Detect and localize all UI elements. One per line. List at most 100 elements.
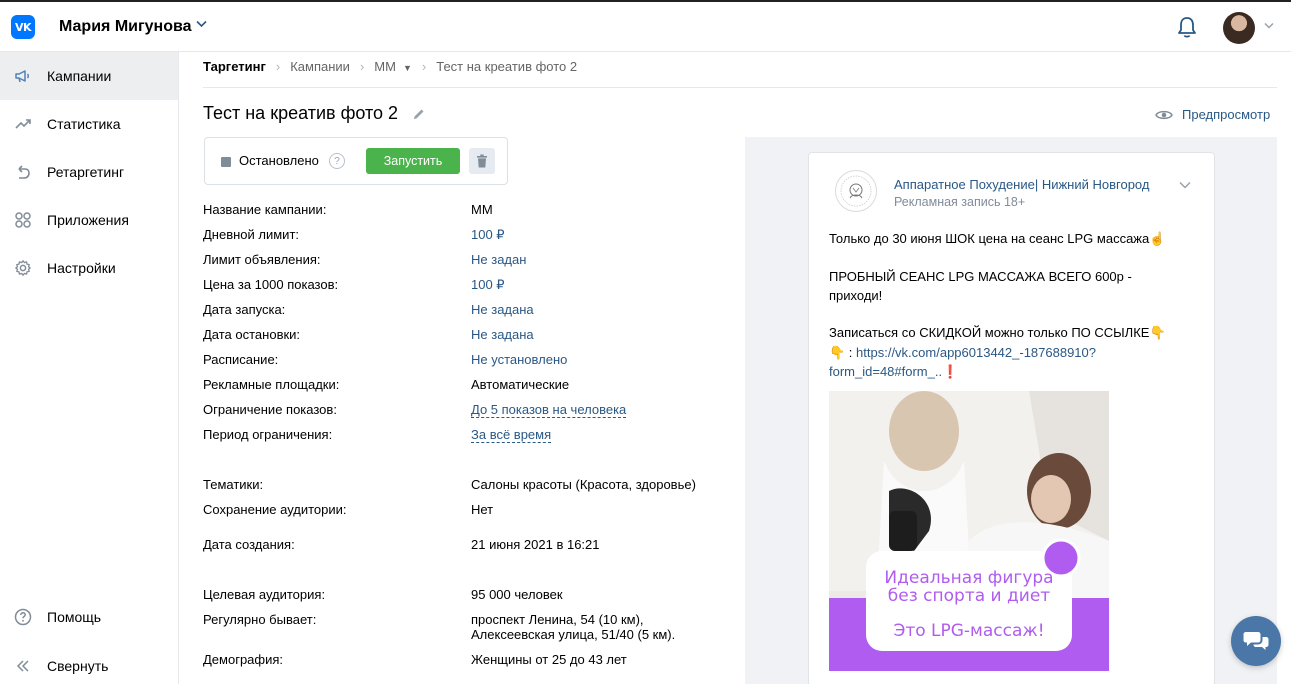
info-label: Рекламные площадки: bbox=[203, 377, 340, 392]
top-header: VK Мария Мигунова bbox=[0, 4, 1291, 52]
info-label: Демография: bbox=[203, 652, 284, 667]
breadcrumb-targeting[interactable]: Таргетинг bbox=[203, 59, 266, 74]
info-label: Дата остановки: bbox=[203, 327, 301, 342]
divider bbox=[203, 87, 1277, 88]
info-value: 21 июня 2021 в 16:21 bbox=[471, 537, 600, 552]
info-value: 95 000 человек bbox=[471, 587, 563, 602]
info-value-link[interactable]: Не задана bbox=[471, 327, 534, 342]
retarget-icon bbox=[14, 163, 32, 181]
info-value: Алексеевская улица, 51/40 (5 км). bbox=[471, 627, 676, 642]
sidebar-item-label: Ретаргетинг bbox=[47, 164, 125, 180]
image-headline: Идеальная фигура без спорта и диет bbox=[829, 569, 1109, 605]
breadcrumb-current: Тест на креатив фото 2 bbox=[436, 59, 578, 74]
info-value: Салоны красоты (Красота, здоровье) bbox=[471, 477, 696, 492]
chevron-down-icon[interactable] bbox=[1178, 178, 1192, 192]
question-icon[interactable]: ? bbox=[329, 153, 345, 169]
sidebar-item-label: Статистика bbox=[47, 116, 121, 132]
sidebar-item-collapse[interactable]: Свернуть bbox=[0, 642, 178, 684]
image-text-line: Это LPG-массаж! bbox=[893, 621, 1045, 641]
sidebar-item-label: Свернуть bbox=[47, 658, 109, 674]
info-value-link[interactable]: Не задан bbox=[471, 252, 526, 267]
info-label: Цена за 1000 показов: bbox=[203, 277, 339, 292]
info-label: Период ограничения: bbox=[203, 427, 333, 442]
image-text-line: без спорта и диет bbox=[887, 586, 1051, 606]
post-text-prefix: 👇 : bbox=[829, 345, 857, 360]
group-logo[interactable] bbox=[835, 170, 877, 212]
trash-icon bbox=[477, 154, 487, 168]
preview-label: Предпросмотр bbox=[1182, 107, 1271, 122]
post-text-line: приходи! bbox=[829, 288, 883, 303]
breadcrumb-separator: › bbox=[275, 59, 281, 74]
megaphone-icon bbox=[14, 67, 32, 85]
sidebar: Кампании Статистика Ретаргетинг Приложен… bbox=[0, 52, 179, 684]
breadcrumb: Таргетинг › Кампании › ММ ▼ › Тест на кре… bbox=[203, 59, 577, 74]
info-label: Ограничение показов: bbox=[203, 402, 337, 417]
info-value-dashed-link[interactable]: За всё время bbox=[471, 427, 552, 443]
info-value: Женщины от 25 до 43 лет bbox=[471, 652, 627, 667]
post-text-line: Только до 30 июня ШОК цена на сеанс LPG … bbox=[829, 231, 1166, 246]
info-value-link[interactable]: Не установлено bbox=[471, 352, 567, 367]
info-label: Лимит объявления: bbox=[203, 252, 321, 267]
sidebar-item-retargeting[interactable]: Ретаргетинг bbox=[0, 148, 178, 196]
info-value: Нет bbox=[471, 502, 494, 517]
sidebar-item-settings[interactable]: Настройки bbox=[0, 244, 178, 292]
eye-icon bbox=[1155, 109, 1173, 121]
breadcrumb-mm[interactable]: ММ ▼ bbox=[374, 59, 412, 74]
sidebar-item-help[interactable]: Помощь bbox=[0, 593, 178, 641]
apps-icon bbox=[14, 211, 32, 229]
post-text-line: form_id=48#form_..❗ bbox=[829, 362, 958, 381]
info-label: Дата запуска: bbox=[203, 302, 286, 317]
breadcrumb-mm-label: ММ bbox=[374, 59, 396, 74]
info-label: Целевая аудитория: bbox=[203, 587, 326, 602]
sidebar-item-label: Помощь bbox=[47, 609, 102, 625]
info-value: ММ bbox=[471, 202, 493, 217]
chevron-down-icon[interactable] bbox=[1264, 21, 1274, 32]
info-value-link[interactable]: Не задана bbox=[471, 302, 534, 317]
gear-icon bbox=[14, 259, 32, 277]
post-text-line: Записаться со СКИДКОЙ можно только ПО СС… bbox=[829, 325, 1166, 340]
image-text-line: Идеальная фигура bbox=[884, 568, 1054, 588]
chart-icon bbox=[14, 115, 32, 133]
sidebar-item-statistics[interactable]: Статистика bbox=[0, 100, 178, 148]
breadcrumb-campaigns[interactable]: Кампании bbox=[290, 59, 350, 74]
stop-icon bbox=[221, 157, 231, 167]
info-label: Тематики: bbox=[203, 477, 264, 492]
chevron-down-icon[interactable] bbox=[196, 19, 207, 31]
info-label: Расписание: bbox=[203, 352, 279, 367]
post-link[interactable]: https://vk.com/app6013442_-187688910? bbox=[856, 345, 1096, 360]
post-image[interactable]: Идеальная фигура без спорта и диет Это L… bbox=[829, 391, 1109, 671]
info-label: Дневной лимит: bbox=[203, 227, 300, 242]
help-icon bbox=[14, 608, 32, 626]
sidebar-item-label: Настройки bbox=[47, 260, 116, 276]
post-text-line: ПРОБНЫЙ СЕАНС LPG МАССАЖА ВСЕГО 600р - bbox=[829, 269, 1132, 284]
info-value: Автоматические bbox=[471, 377, 570, 392]
page-title: Тест на креатив фото 2 bbox=[203, 103, 399, 123]
collapse-icon bbox=[14, 657, 32, 675]
pencil-icon[interactable] bbox=[412, 107, 426, 121]
info-value: проспект Ленина, 54 (10 км), bbox=[471, 612, 644, 627]
user-name[interactable]: Мария Мигунова bbox=[59, 18, 192, 36]
status-box: Остановлено ? Запустить bbox=[204, 137, 508, 185]
exclamation-mark: ❗ bbox=[942, 364, 959, 379]
preview-link[interactable]: Предпросмотр bbox=[1155, 107, 1270, 122]
post-author[interactable]: Аппаратное Похудение| Нижний Новгород bbox=[894, 177, 1149, 192]
info-label: Название кампании: bbox=[203, 202, 327, 217]
info-value-link[interactable]: 100 ₽ bbox=[471, 227, 505, 242]
post-subtitle: Рекламная запись 18+ bbox=[894, 195, 1026, 209]
sidebar-item-campaigns[interactable]: Кампании bbox=[0, 52, 178, 100]
sidebar-item-apps[interactable]: Приложения bbox=[0, 196, 178, 244]
delete-button[interactable] bbox=[469, 148, 495, 174]
info-label: Дата создания: bbox=[203, 537, 295, 552]
avatar[interactable] bbox=[1223, 12, 1255, 44]
chat-icon bbox=[1243, 632, 1269, 650]
chat-button[interactable] bbox=[1231, 616, 1281, 666]
sidebar-item-label: Приложения bbox=[47, 212, 129, 228]
post-text-line: 👇 : https://vk.com/app6013442_-187688910… bbox=[829, 343, 1096, 362]
info-value-dashed-link[interactable]: До 5 показов на человека bbox=[471, 402, 627, 418]
post-link[interactable]: form_id=48#form_.. bbox=[829, 364, 942, 379]
launch-button[interactable]: Запустить bbox=[366, 148, 460, 174]
vk-logo[interactable]: VK bbox=[11, 15, 35, 39]
bell-icon[interactable] bbox=[1176, 15, 1198, 39]
info-value-link[interactable]: 100 ₽ bbox=[471, 277, 505, 292]
breadcrumb-separator: › bbox=[421, 59, 427, 74]
